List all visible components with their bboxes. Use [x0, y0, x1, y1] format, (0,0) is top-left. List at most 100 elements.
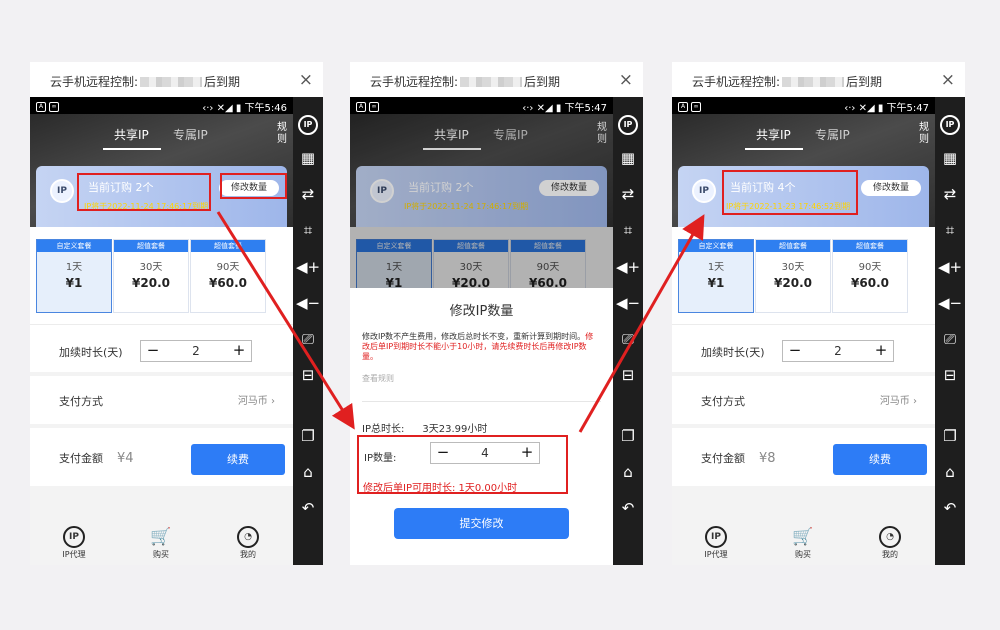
renew-button[interactable]: 续费: [191, 444, 285, 475]
chevron-right-icon: ›: [913, 396, 917, 407]
volume-down-icon[interactable]: ◀−: [935, 288, 965, 318]
renew-button[interactable]: 续费: [833, 444, 927, 475]
crop-icon[interactable]: ⌗: [935, 215, 965, 245]
close-icon[interactable]: ×: [619, 70, 633, 90]
redacted-date: [782, 77, 845, 87]
back-icon[interactable]: ↶: [613, 493, 643, 523]
ip-quantity-value[interactable]: 4: [461, 446, 509, 460]
rules-link[interactable]: 规则: [919, 122, 931, 146]
ip-badge-icon: IP: [50, 179, 74, 203]
payment-amount-row: 支付金额 ¥8 续费: [672, 428, 935, 486]
screenshot-icon[interactable]: ⎚: [935, 324, 965, 354]
package-card[interactable]: 超值套餐 30天 ¥20.0: [755, 239, 831, 313]
tab-shared-ip[interactable]: 共享IP: [434, 126, 469, 143]
back-icon[interactable]: ↶: [935, 493, 965, 523]
nav-mine[interactable]: ◔ 我的: [228, 526, 268, 560]
volume-up-icon[interactable]: ◀+: [613, 252, 643, 282]
tab-dedicated-ip[interactable]: 专属IP: [173, 126, 208, 143]
qrcode-icon[interactable]: ▦: [613, 143, 643, 173]
qrcode-icon[interactable]: ▦: [935, 143, 965, 173]
payment-method-row[interactable]: 支付方式 河马币 ›: [30, 376, 293, 424]
payment-value: 河马币: [879, 396, 910, 407]
close-icon[interactable]: ×: [299, 70, 313, 90]
view-rules-link[interactable]: 查看规则: [362, 373, 394, 384]
volume-down-icon[interactable]: ◀−: [613, 288, 643, 318]
volume-up-icon[interactable]: ◀+: [935, 252, 965, 282]
scan-icon[interactable]: ⊟: [613, 360, 643, 390]
copy-icon[interactable]: ❐: [613, 421, 643, 451]
submit-modify-button[interactable]: 提交修改: [394, 508, 569, 539]
nav-buy[interactable]: 🛒 购买: [141, 526, 181, 560]
screenshot-icon[interactable]: ⎚: [613, 324, 643, 354]
home-icon[interactable]: ⌂: [293, 457, 323, 487]
plus-button[interactable]: +: [871, 342, 891, 360]
ip-icon[interactable]: IP: [293, 107, 323, 137]
modify-quantity-button[interactable]: 修改数量: [219, 180, 279, 196]
package-card[interactable]: 超值套餐 90天 ¥60.0: [190, 239, 266, 313]
status-bar: A ∞ ‹·› ✕◢ ▮ 下午5:47: [672, 97, 935, 114]
package-duration: 1天: [707, 262, 725, 273]
payment-method-row[interactable]: 支付方式 河马币 ›: [672, 376, 935, 424]
ip-icon[interactable]: IP: [613, 107, 643, 137]
tab-shared-ip[interactable]: 共享IP: [756, 126, 791, 143]
package-card[interactable]: 超值套餐 30天 ¥20.0: [113, 239, 189, 313]
renew-stepper: − 2 +: [782, 340, 894, 362]
ip-icon[interactable]: IP: [935, 107, 965, 137]
package-card[interactable]: 自定义套餐 1天 ¥1: [36, 239, 112, 313]
modify-quantity-button[interactable]: 修改数量: [539, 180, 599, 196]
copy-icon[interactable]: ❐: [293, 421, 323, 451]
tab-dedicated-ip[interactable]: 专属IP: [815, 126, 850, 143]
home-icon[interactable]: ⌂: [935, 457, 965, 487]
crop-icon[interactable]: ⌗: [613, 215, 643, 245]
minus-button[interactable]: −: [143, 342, 163, 360]
scan-icon[interactable]: ⊟: [935, 360, 965, 390]
copy-icon[interactable]: ❐: [935, 421, 965, 451]
minus-button[interactable]: −: [433, 444, 453, 462]
message-icon: ∞: [369, 102, 379, 112]
modify-ip-dialog: 修改IP数量 修改IP数不产生费用，修改后总时长不变，重新计算到期时间。修改后单…: [350, 288, 613, 565]
screenshot-icon[interactable]: ⎚: [293, 324, 323, 354]
package-price: ¥60.0: [851, 276, 889, 290]
rules-link[interactable]: 规则: [597, 122, 609, 146]
back-icon[interactable]: ↶: [293, 493, 323, 523]
tab-shared-ip[interactable]: 共享IP: [114, 126, 149, 143]
volume-down-icon[interactable]: ◀−: [293, 288, 323, 318]
ip-icon: IP: [63, 526, 85, 548]
plus-button[interactable]: +: [517, 444, 537, 462]
scan-icon[interactable]: ⊟: [293, 360, 323, 390]
dialog-title: 修改IP数量: [449, 304, 514, 319]
message-icon: ∞: [691, 102, 701, 112]
package-duration: 30天: [139, 262, 163, 273]
close-icon[interactable]: ×: [941, 70, 955, 90]
renew-days-value[interactable]: 2: [171, 344, 221, 358]
modify-quantity-button[interactable]: 修改数量: [861, 180, 921, 196]
dialog-description: 修改IP数不产生费用，修改后总时长不变，重新计算到期时间。修改后单IP到期时长不…: [362, 332, 594, 361]
cast-icon[interactable]: ⇄: [293, 179, 323, 209]
volume-up-icon[interactable]: ◀+: [293, 252, 323, 282]
cast-icon[interactable]: ⇄: [613, 179, 643, 209]
home-icon[interactable]: ⌂: [613, 457, 643, 487]
renew-stepper: − 2 +: [140, 340, 252, 362]
package-price: ¥20.0: [132, 276, 170, 290]
nav-mine[interactable]: ◔ 我的: [870, 526, 910, 560]
order-card: IP 当前订购 4个 IP将于2022-11-23 17:46:52到期 修改数…: [678, 166, 929, 227]
crop-icon[interactable]: ⌗: [293, 215, 323, 245]
package-card[interactable]: 自定义套餐 1天 ¥1: [678, 239, 754, 313]
modal-backdrop[interactable]: [350, 227, 613, 288]
plus-button[interactable]: +: [229, 342, 249, 360]
minus-button[interactable]: −: [785, 342, 805, 360]
package-price: ¥20.0: [774, 276, 812, 290]
nav-ip-proxy[interactable]: IP IP代理: [54, 526, 94, 560]
qrcode-icon[interactable]: ▦: [293, 143, 323, 173]
nav-ip-proxy[interactable]: IP IP代理: [696, 526, 736, 560]
package-price: ¥60.0: [209, 276, 247, 290]
package-price: ¥1: [65, 276, 83, 290]
nav-buy[interactable]: 🛒 购买: [783, 526, 823, 560]
ip-quantity-stepper: − 4 +: [430, 442, 540, 464]
package-card[interactable]: 超值套餐 90天 ¥60.0: [832, 239, 908, 313]
cast-icon[interactable]: ⇄: [935, 179, 965, 209]
rules-link[interactable]: 规则: [277, 122, 289, 146]
tab-dedicated-ip[interactable]: 专属IP: [493, 126, 528, 143]
renew-days-value[interactable]: 2: [813, 344, 863, 358]
payment-label: 支付方式: [59, 395, 103, 408]
